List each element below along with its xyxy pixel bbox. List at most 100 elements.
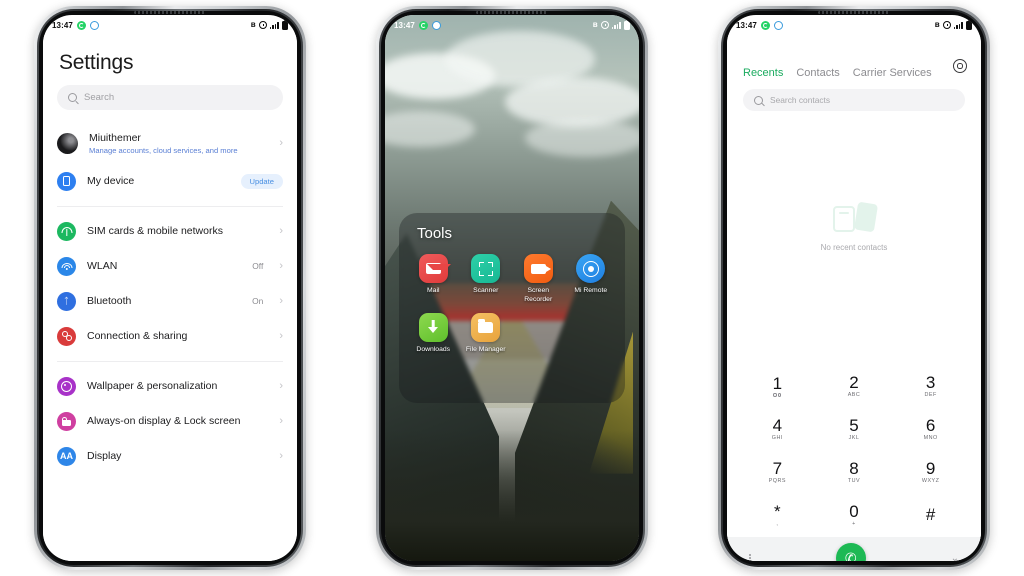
- search-placeholder: Search contacts: [770, 95, 831, 105]
- chevron-right-icon: ›: [279, 379, 283, 392]
- home-screen: 13:47 ʙ Tools Mail Scanner Screen Record…: [385, 15, 639, 561]
- settings-row-bluetooth[interactable]: ᛏ Bluetooth On ›: [43, 284, 297, 319]
- status-time: 13:47: [52, 20, 73, 30]
- settings-row-label: SIM cards & mobile networks: [87, 224, 223, 237]
- app-downloads[interactable]: Downloads: [407, 312, 460, 355]
- dialpad-key-7[interactable]: 7 PQRS: [739, 454, 816, 490]
- earpiece-speaker: [134, 11, 206, 14]
- dialpad-key-star[interactable]: * ,: [739, 497, 816, 533]
- settings-row-label: Always-on display & Lock screen: [87, 414, 241, 427]
- downloads-icon: [418, 312, 448, 342]
- dialpad-key-1[interactable]: 1: [739, 368, 816, 404]
- folder-tools[interactable]: Tools Mail Scanner Screen Recorder Mi Re…: [399, 213, 625, 403]
- key-letters: GHI: [771, 435, 783, 441]
- settings-row-label: Display: [87, 449, 122, 462]
- whatsapp-icon: [760, 20, 770, 30]
- chevron-right-icon: ›: [279, 414, 283, 427]
- dialpad-key-2[interactable]: 2 ABC: [816, 368, 893, 404]
- status-bar-left: 13:47: [394, 20, 441, 30]
- settings-list[interactable]: Miuithemer Manage accounts, cloud servic…: [43, 124, 297, 561]
- bluetooth-icon: ʙ: [250, 20, 256, 29]
- status-time: 13:47: [394, 20, 415, 30]
- signal-icon: [953, 21, 963, 29]
- dialpad-key-8[interactable]: 8 TUV: [816, 454, 893, 490]
- app-label: Scanner: [473, 287, 499, 294]
- app-file-manager[interactable]: File Manager: [460, 312, 513, 355]
- settings-row-display[interactable]: AA Display ›: [43, 439, 297, 474]
- more-options-icon[interactable]: [749, 553, 751, 561]
- phone-settings: 13:47 ʙ Settings Search Miuithemer Manag…: [34, 6, 306, 570]
- update-badge[interactable]: Update: [240, 173, 283, 189]
- status-time: 13:47: [736, 20, 757, 30]
- screenshot-stage: 13:47 ʙ Settings Search Miuithemer Manag…: [0, 0, 1024, 576]
- app-label: Mail: [427, 287, 440, 294]
- settings-row-wallpaper[interactable]: Wallpaper & personalization ›: [43, 369, 297, 404]
- key-letters: WXYZ: [921, 478, 940, 484]
- key-letters: PQRS: [768, 478, 786, 484]
- app-mi-remote[interactable]: Mi Remote: [565, 254, 618, 305]
- gear-icon[interactable]: [953, 59, 967, 73]
- search-icon: [68, 93, 77, 102]
- tab-carrier-services[interactable]: Carrier Services: [853, 67, 932, 79]
- chevron-right-icon: ›: [279, 329, 283, 342]
- connection-icon: [57, 326, 76, 346]
- app-mail[interactable]: Mail: [407, 254, 460, 305]
- voicemail-icon: [773, 393, 782, 397]
- app-screen-recorder[interactable]: Screen Recorder: [512, 254, 565, 305]
- wallpaper-icon: [57, 376, 76, 396]
- status-bar-right: ʙ: [593, 19, 630, 30]
- dialpad-key-5[interactable]: 5 JKL: [816, 411, 893, 447]
- call-button[interactable]: ✆: [835, 543, 866, 561]
- settings-row-connection-sharing[interactable]: Connection & sharing ›: [43, 319, 297, 354]
- dialpad-key-4[interactable]: 4 GHI: [739, 411, 816, 447]
- folder-app-grid: Mail Scanner Screen Recorder Mi Remote D…: [407, 254, 617, 354]
- key-letters: MNO: [923, 435, 938, 441]
- message-icon: [431, 20, 441, 30]
- device-icon: [57, 171, 76, 191]
- folder-title[interactable]: Tools: [407, 225, 617, 242]
- sim-icon: [57, 221, 76, 241]
- dialpad-key-3[interactable]: 3 DEF: [892, 368, 969, 404]
- app-scanner[interactable]: Scanner: [460, 254, 513, 305]
- whatsapp-icon: [418, 20, 428, 30]
- key-digit: 7: [772, 459, 783, 478]
- battery-icon: [624, 19, 630, 30]
- tab-recents[interactable]: Recents: [743, 67, 783, 79]
- account-name: Miuithemer: [89, 132, 141, 144]
- key-digit: *: [774, 502, 781, 521]
- dialpad-key-9[interactable]: 9 WXYZ: [892, 454, 969, 490]
- dialpad-key-6[interactable]: 6 MNO: [892, 411, 969, 447]
- settings-row-lock-screen[interactable]: Always-on display & Lock screen ›: [43, 404, 297, 439]
- dialer-tabs: Recents Contacts Carrier Services: [727, 35, 981, 79]
- settings-row-my-device[interactable]: My device Update: [43, 164, 297, 199]
- earpiece-speaker: [818, 11, 890, 14]
- status-bar-left: 13:47: [736, 20, 783, 30]
- key-digit: 9: [925, 459, 936, 478]
- battery-icon: [282, 19, 288, 30]
- dialpad-key-0[interactable]: 0 +: [816, 497, 893, 533]
- chevron-down-icon[interactable]: ⌄: [951, 553, 959, 562]
- key-letters: JKL: [848, 435, 860, 441]
- dialpad-grid: 1 2 ABC 3 DEF 4 GHI 5 JKL 6 MNO 7 PQRS 8…: [739, 368, 969, 533]
- dialpad-key-hash[interactable]: #: [892, 497, 969, 533]
- search-input[interactable]: Search: [57, 85, 283, 110]
- settings-row-wlan[interactable]: WLAN Off ›: [43, 249, 297, 284]
- phone-home: 13:47 ʙ Tools Mail Scanner Screen Record…: [376, 6, 648, 570]
- phone-dialer: 13:47 ʙ Recents Contacts Carrier Service…: [718, 6, 990, 570]
- app-label: File Manager: [465, 345, 506, 353]
- phone-screen-settings: 13:47 ʙ Settings Search Miuithemer Manag…: [43, 15, 297, 561]
- phone-screen-dialer: 13:47 ʙ Recents Contacts Carrier Service…: [727, 15, 981, 561]
- tab-contacts[interactable]: Contacts: [796, 67, 839, 79]
- app-label: Mi Remote: [574, 287, 608, 294]
- bluetooth-icon: ʙ: [934, 20, 940, 29]
- search-contacts-input[interactable]: Search contacts: [743, 89, 965, 111]
- lock-icon: [57, 411, 76, 431]
- settings-row-account[interactable]: Miuithemer Manage accounts, cloud servic…: [43, 124, 297, 164]
- key-digit: 2: [849, 373, 859, 392]
- message-icon: [89, 20, 99, 30]
- call-action-bar: ✆ ⌄: [727, 537, 981, 561]
- status-bar-left: 13:47: [52, 20, 99, 30]
- wifi-icon: [57, 256, 76, 276]
- message-icon: [773, 20, 783, 30]
- settings-row-sim-cards[interactable]: SIM cards & mobile networks ›: [43, 214, 297, 249]
